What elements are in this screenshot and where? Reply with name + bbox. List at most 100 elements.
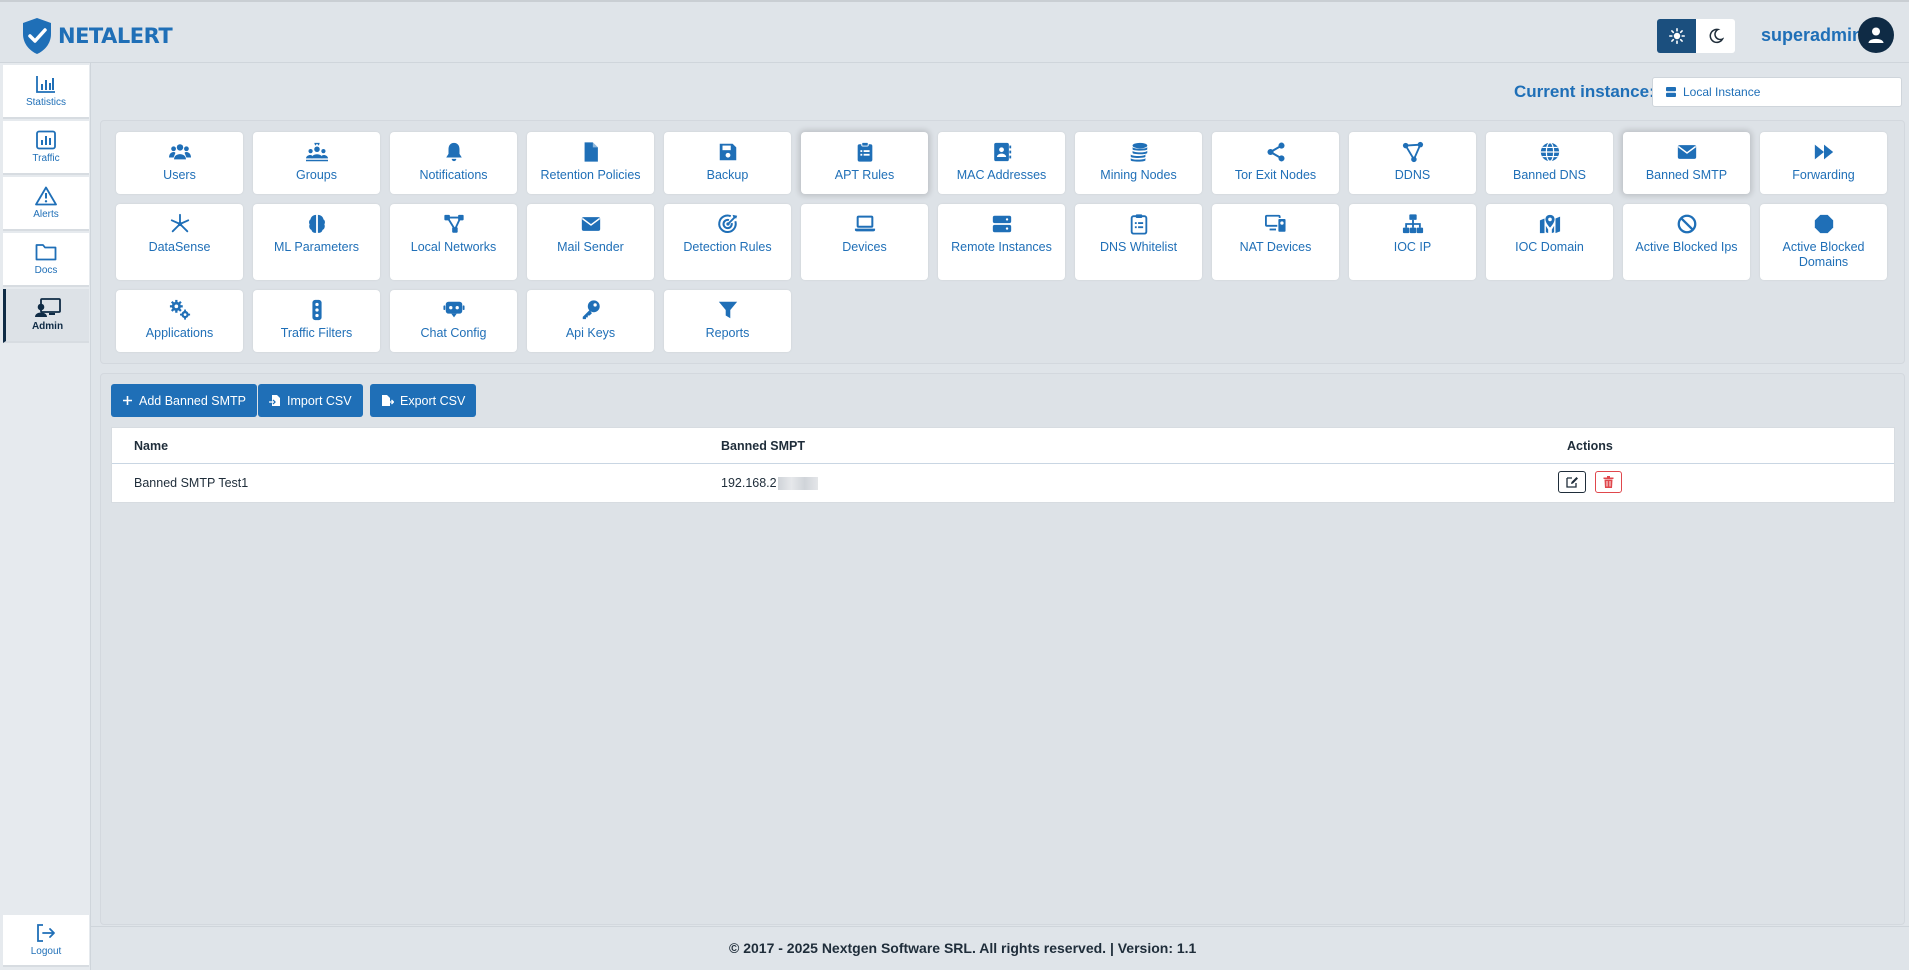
tile-banned-smtp[interactable]: Banned SMTP (1623, 132, 1750, 194)
file-export-icon (382, 395, 394, 406)
tile-mac-addresses[interactable]: MAC Addresses (938, 132, 1065, 194)
sidebar-item-admin[interactable]: Admin (3, 289, 89, 343)
filter-icon (718, 301, 737, 319)
server-icon (992, 215, 1011, 233)
tile-traffic-filters[interactable]: Traffic Filters (253, 290, 380, 352)
tile-label: Local Networks (410, 240, 497, 254)
tile-apt-rules[interactable]: APT Rules (801, 132, 928, 194)
ban-icon (1677, 214, 1696, 234)
brand-logo[interactable]: NETALERT (20, 17, 173, 55)
key-icon (582, 300, 600, 320)
tile-remote-instances[interactable]: Remote Instances (938, 204, 1065, 280)
network-icon (443, 214, 464, 233)
tile-ml-parameters[interactable]: ML Parameters (253, 204, 380, 280)
dark-theme-button[interactable] (1696, 19, 1735, 53)
column-header-actions: Actions (1567, 439, 1613, 453)
table-row: Banned SMTP Test1 192.168.2 (112, 464, 1894, 502)
coins-icon (1130, 142, 1147, 162)
tile-detection-rules[interactable]: Detection Rules (664, 204, 791, 280)
sidebar-item-label: Traffic (32, 153, 60, 164)
username-label[interactable]: superadmin (1761, 25, 1863, 46)
tile-applications[interactable]: Applications (116, 290, 243, 352)
tile-label: Forwarding (1792, 168, 1855, 182)
tile-chat-config[interactable]: Chat Config (390, 290, 517, 352)
tile-label: Reports (705, 326, 750, 340)
tile-devices[interactable]: Devices (801, 204, 928, 280)
tile-groups[interactable]: Groups (253, 132, 380, 194)
moon-icon (1709, 28, 1724, 44)
tile-ddns[interactable]: DDNS (1349, 132, 1476, 194)
admin-tile-panel: Users Groups Notifications Retention Pol… (100, 120, 1905, 364)
server-icon (1666, 87, 1676, 97)
edit-button[interactable] (1558, 471, 1586, 493)
tile-label: Devices (842, 240, 887, 254)
sun-icon (1668, 28, 1685, 44)
export-csv-button[interactable]: Export CSV (370, 384, 477, 417)
tile-active-blocked-ips[interactable]: Active Blocked Ips (1623, 204, 1750, 280)
tile-retention-policies[interactable]: Retention Policies (527, 132, 654, 194)
column-header-banned-smtp[interactable]: Banned SMPT (721, 439, 805, 453)
banned-smtp-table: Name Banned SMPT Actions Banned SMTP Tes… (111, 427, 1895, 503)
footer: © 2017 - 2025 Nextgen Software SRL. All … (91, 926, 1909, 970)
tile-label: Users (163, 168, 196, 182)
plus-icon (123, 396, 132, 405)
row-value-cell: 192.168.2 (721, 476, 818, 491)
user-avatar[interactable] (1858, 17, 1894, 53)
tile-notifications[interactable]: Notifications (390, 132, 517, 194)
bell-icon (445, 142, 462, 162)
tile-datasense[interactable]: DataSense (116, 204, 243, 280)
tile-banned-dns[interactable]: Banned DNS (1486, 132, 1613, 194)
tile-backup[interactable]: Backup (664, 132, 791, 194)
top-bar: NETALERT superadmin (0, 0, 1909, 63)
column-header-name[interactable]: Name (134, 439, 168, 453)
delete-button[interactable] (1595, 471, 1622, 493)
gears-icon (169, 299, 190, 320)
row-value-text: 192.168.2 (721, 476, 777, 490)
brand-name: NETALERT (58, 24, 173, 48)
sidebar-item-docs[interactable]: Docs (3, 233, 89, 287)
file-import-icon (269, 395, 280, 406)
sidebar-item-logout[interactable]: Logout (3, 915, 89, 967)
tile-nat-devices[interactable]: NAT Devices (1212, 204, 1339, 280)
instance-label: Current instance: (1514, 82, 1655, 101)
add-banned-smtp-button[interactable]: Add Banned SMTP (111, 384, 258, 417)
tile-local-networks[interactable]: Local Networks (390, 204, 517, 280)
light-theme-button[interactable] (1657, 19, 1696, 53)
instance-select[interactable]: Local Instance (1652, 77, 1902, 107)
tile-active-blocked-domains[interactable]: Active Blocked Domains (1760, 204, 1887, 280)
tile-label: IOC IP (1393, 240, 1432, 254)
tile-label: Chat Config (420, 326, 487, 340)
button-label: Import CSV (287, 393, 352, 408)
tile-label: Retention Policies (540, 168, 641, 182)
tile-dns-whitelist[interactable]: DNS Whitelist (1075, 204, 1202, 280)
sidebar-item-statistics[interactable]: Statistics (3, 65, 89, 119)
sidebar-item-label: Docs (34, 265, 58, 276)
tile-mining-nodes[interactable]: Mining Nodes (1075, 132, 1202, 194)
tile-label: Banned DNS (1513, 168, 1586, 182)
share-icon (1266, 142, 1285, 162)
tile-ioc-domain[interactable]: IOC Domain (1486, 204, 1613, 280)
sidebar-item-label: Statistics (25, 97, 66, 108)
import-csv-button[interactable]: Import CSV (258, 384, 363, 417)
tile-forwarding[interactable]: Forwarding (1760, 132, 1887, 194)
button-label: Export CSV (400, 393, 466, 408)
tile-label: Active Blocked Ips (1635, 240, 1738, 254)
tile-reports[interactable]: Reports (664, 290, 791, 352)
sidebar-item-traffic[interactable]: Traffic (3, 121, 89, 175)
tile-mail-sender[interactable]: Mail Sender (527, 204, 654, 280)
tile-users[interactable]: Users (116, 132, 243, 194)
tile-api-keys[interactable]: Api Keys (527, 290, 654, 352)
file-icon (584, 142, 598, 162)
tile-label: NAT Devices (1239, 240, 1312, 254)
tile-label: Backup (706, 168, 749, 182)
tile-label: ML Parameters (274, 240, 359, 254)
sidebar: Statistics Traffic Alerts Docs Admin Log… (0, 63, 91, 970)
groups-icon (305, 142, 328, 162)
tile-tor-exit-nodes[interactable]: Tor Exit Nodes (1212, 132, 1339, 194)
laptop-icon (854, 215, 875, 232)
octagon-icon (1814, 214, 1833, 234)
tile-ioc-ip[interactable]: IOC IP (1349, 204, 1476, 280)
sidebar-item-alerts[interactable]: Alerts (3, 177, 89, 231)
folder-icon (35, 244, 57, 261)
target-icon (717, 214, 737, 233)
